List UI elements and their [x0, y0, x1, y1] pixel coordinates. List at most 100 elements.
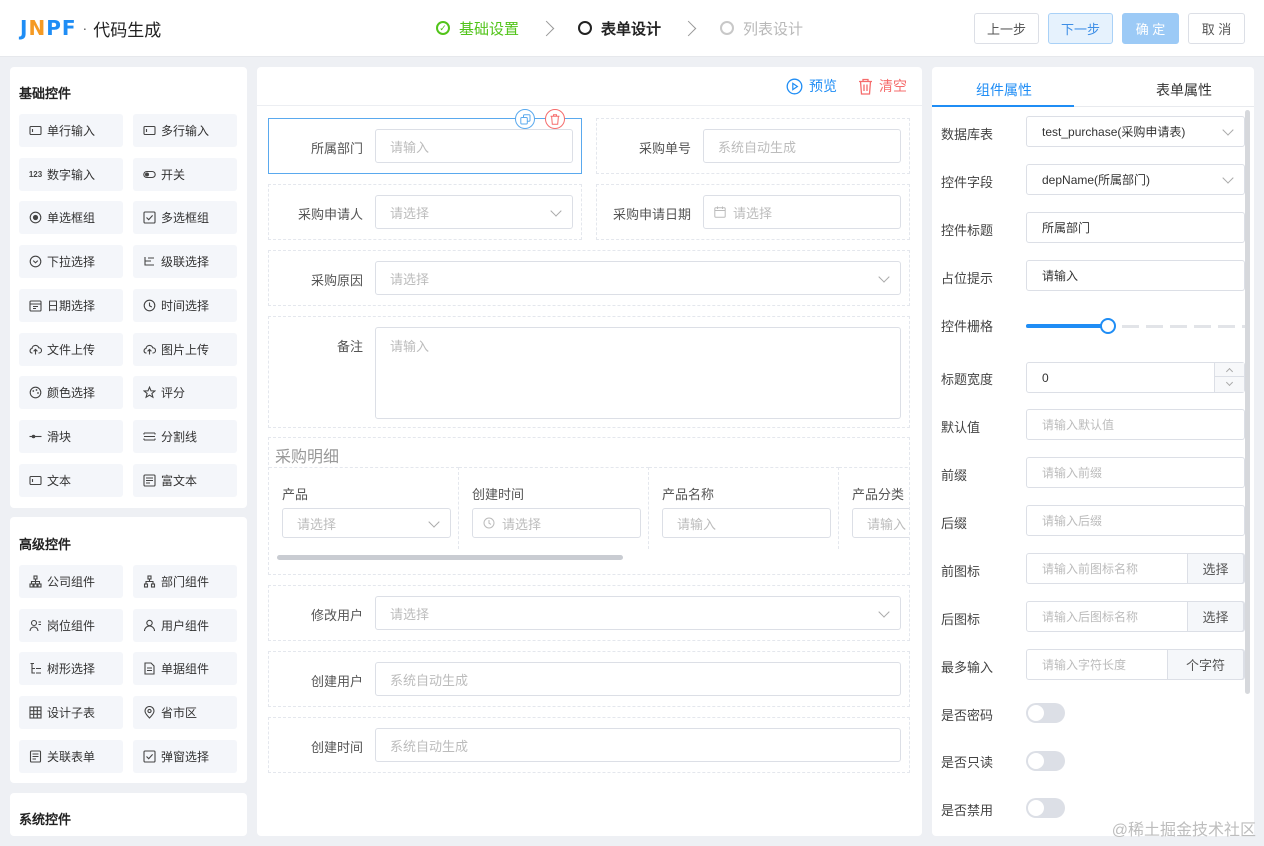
form-item-department[interactable]: 所属部门 请输入 [268, 118, 582, 174]
remark-textarea[interactable]: 请输入 [375, 327, 901, 419]
vertical-scrollbar[interactable] [1245, 110, 1250, 694]
control-position[interactable]: 岗位组件 [19, 608, 123, 642]
control-multi-line-input[interactable]: 多行输入 [133, 114, 237, 147]
form-item-remark[interactable]: 备注 请输入 [268, 316, 910, 428]
control-clock[interactable]: 时间选择 [133, 288, 237, 322]
form-item-modify-user[interactable]: 修改用户 请选择 [268, 585, 910, 641]
prop-label: 数据库表 [941, 127, 994, 142]
password-switch[interactable] [1026, 703, 1065, 723]
reason-select[interactable]: 请选择 [375, 261, 901, 295]
clear-button[interactable]: 清空 [858, 76, 907, 96]
form-item-create-time[interactable]: 创建时间 系统自动生成 [268, 717, 910, 773]
control-label: 分割线 [161, 429, 198, 444]
apply-date-picker[interactable]: 请选择 [703, 195, 901, 229]
prev-step-button[interactable]: 上一步 [974, 13, 1039, 44]
copy-icon[interactable] [515, 109, 535, 129]
control-slider[interactable]: 滑块 [19, 419, 123, 453]
prefix-icon-input[interactable]: 请输入前图标名称 选择 [1026, 553, 1245, 584]
control-document[interactable]: 单据组件 [133, 652, 237, 686]
next-step-button[interactable]: 下一步 [1048, 13, 1113, 44]
control-label: 单选框组 [47, 211, 96, 226]
control-single-line-input[interactable]: 单行输入 [19, 114, 123, 147]
form-item-order-no[interactable]: 采购单号 系统自动生成 [596, 118, 910, 174]
order-no-input[interactable]: 系统自动生成 [703, 129, 901, 163]
placeholder-input[interactable]: 请输入 [1026, 260, 1245, 291]
control-checkbox[interactable]: 多选框组 [133, 201, 237, 235]
form-item-apply-date[interactable]: 采购申请日期 请选择 [596, 184, 910, 240]
step-basic-settings[interactable]: ✓ 基础设置 [436, 18, 519, 39]
control-star[interactable]: 评分 [133, 376, 237, 410]
circle-icon [578, 21, 593, 35]
form-item-reason[interactable]: 采购原因 请选择 [268, 250, 910, 306]
department-icon [143, 575, 156, 588]
field-label: 修改用户 [310, 608, 363, 623]
date-icon [29, 299, 42, 312]
create-time-input[interactable]: 系统自动生成 [375, 728, 901, 762]
circle-icon [720, 21, 735, 35]
preview-button[interactable]: 预览 [786, 76, 837, 96]
control-popup-select[interactable]: 弹窗选择 [133, 739, 237, 773]
disabled-switch[interactable] [1026, 798, 1065, 818]
control-table[interactable]: 设计子表 [19, 696, 123, 730]
control-dropdown[interactable]: 下拉选择 [19, 245, 123, 279]
grid-slider[interactable] [1026, 318, 1245, 334]
column-input[interactable]: 请输入 [852, 508, 909, 538]
control-upload-file[interactable]: 文件上传 [19, 332, 123, 366]
control-date[interactable]: 日期选择 [19, 288, 123, 322]
step-list-design[interactable]: 列表设计 [720, 18, 803, 39]
system-controls-title[interactable]: 系统控件 [19, 809, 71, 828]
readonly-switch[interactable] [1026, 751, 1065, 771]
modify-user-select[interactable]: 请选择 [375, 596, 901, 630]
department-input[interactable]: 请输入 [375, 129, 573, 163]
step-form-design[interactable]: 表单设计 [578, 18, 661, 39]
control-palette[interactable]: 颜色选择 [19, 376, 123, 410]
applicant-select[interactable]: 请选择 [375, 195, 573, 229]
control-title-input[interactable]: 所属部门 [1026, 212, 1245, 243]
default-value-input[interactable]: 请输入默认值 [1026, 409, 1245, 440]
tab-form-props[interactable]: 表单属性 [1156, 80, 1212, 100]
column-input[interactable]: 请选择 [282, 508, 451, 538]
suffix-icon-input[interactable]: 请输入后图标名称 选择 [1026, 601, 1245, 632]
control-department[interactable]: 部门组件 [133, 565, 237, 598]
control-upload-image[interactable]: 图片上传 [133, 332, 237, 366]
tab-component-props[interactable]: 组件属性 [976, 80, 1032, 100]
control-tree[interactable]: 树形选择 [19, 652, 123, 686]
control-divider[interactable]: 分割线 [133, 419, 237, 453]
column-input[interactable]: 请输入 [662, 508, 831, 538]
control-text[interactable]: 文本 [19, 463, 123, 497]
control-cascader[interactable]: 级联选择 [133, 245, 237, 279]
label-width-stepper[interactable]: 0 [1026, 362, 1245, 393]
control-switch[interactable]: 开关 [133, 157, 237, 191]
create-user-input[interactable]: 系统自动生成 [375, 662, 901, 696]
control-rich-text[interactable]: 富文本 [133, 463, 237, 497]
db-table-select[interactable]: test_purchase(采购申请表) [1026, 116, 1245, 147]
control-label: 日期选择 [47, 298, 96, 313]
field-select[interactable]: depName(所属部门) [1026, 164, 1245, 195]
subtable-column: 产品分类 请输入 [839, 467, 909, 549]
horizontal-scrollbar[interactable] [277, 555, 623, 560]
stepper-down-icon[interactable] [1215, 377, 1244, 391]
slider-handle[interactable] [1100, 318, 1117, 334]
control-radio[interactable]: 单选框组 [19, 201, 123, 235]
control-company[interactable]: 公司组件 [19, 565, 123, 598]
form-item-create-user[interactable]: 创建用户 系统自动生成 [268, 651, 910, 707]
max-length-input[interactable]: 请输入字符长度 个字符 [1026, 649, 1245, 680]
prefix-input[interactable]: 请输入前缀 [1026, 457, 1245, 488]
select-suffix-icon-button[interactable]: 选择 [1187, 601, 1244, 632]
control-number-input[interactable]: 123 数字输入 [19, 157, 123, 191]
control-related-form[interactable]: 关联表单 [19, 739, 123, 773]
cancel-button[interactable]: 取 消 [1188, 13, 1245, 44]
control-user[interactable]: 用户组件 [133, 608, 237, 642]
popup-select-icon [143, 750, 156, 763]
control-location[interactable]: 省市区 [133, 696, 237, 730]
delete-icon[interactable] [545, 109, 565, 129]
control-label: 数字输入 [47, 167, 96, 182]
confirm-button[interactable]: 确 定 [1122, 13, 1179, 44]
suffix-input[interactable]: 请输入后缀 [1026, 505, 1245, 536]
select-prefix-icon-button[interactable]: 选择 [1187, 553, 1244, 584]
prop-label: 控件标题 [941, 223, 994, 238]
column-input[interactable]: 请选择 [472, 508, 641, 538]
stepper-up-icon[interactable] [1215, 363, 1244, 377]
control-label: 富文本 [161, 473, 198, 488]
form-item-applicant[interactable]: 采购申请人 请选择 [268, 184, 582, 240]
